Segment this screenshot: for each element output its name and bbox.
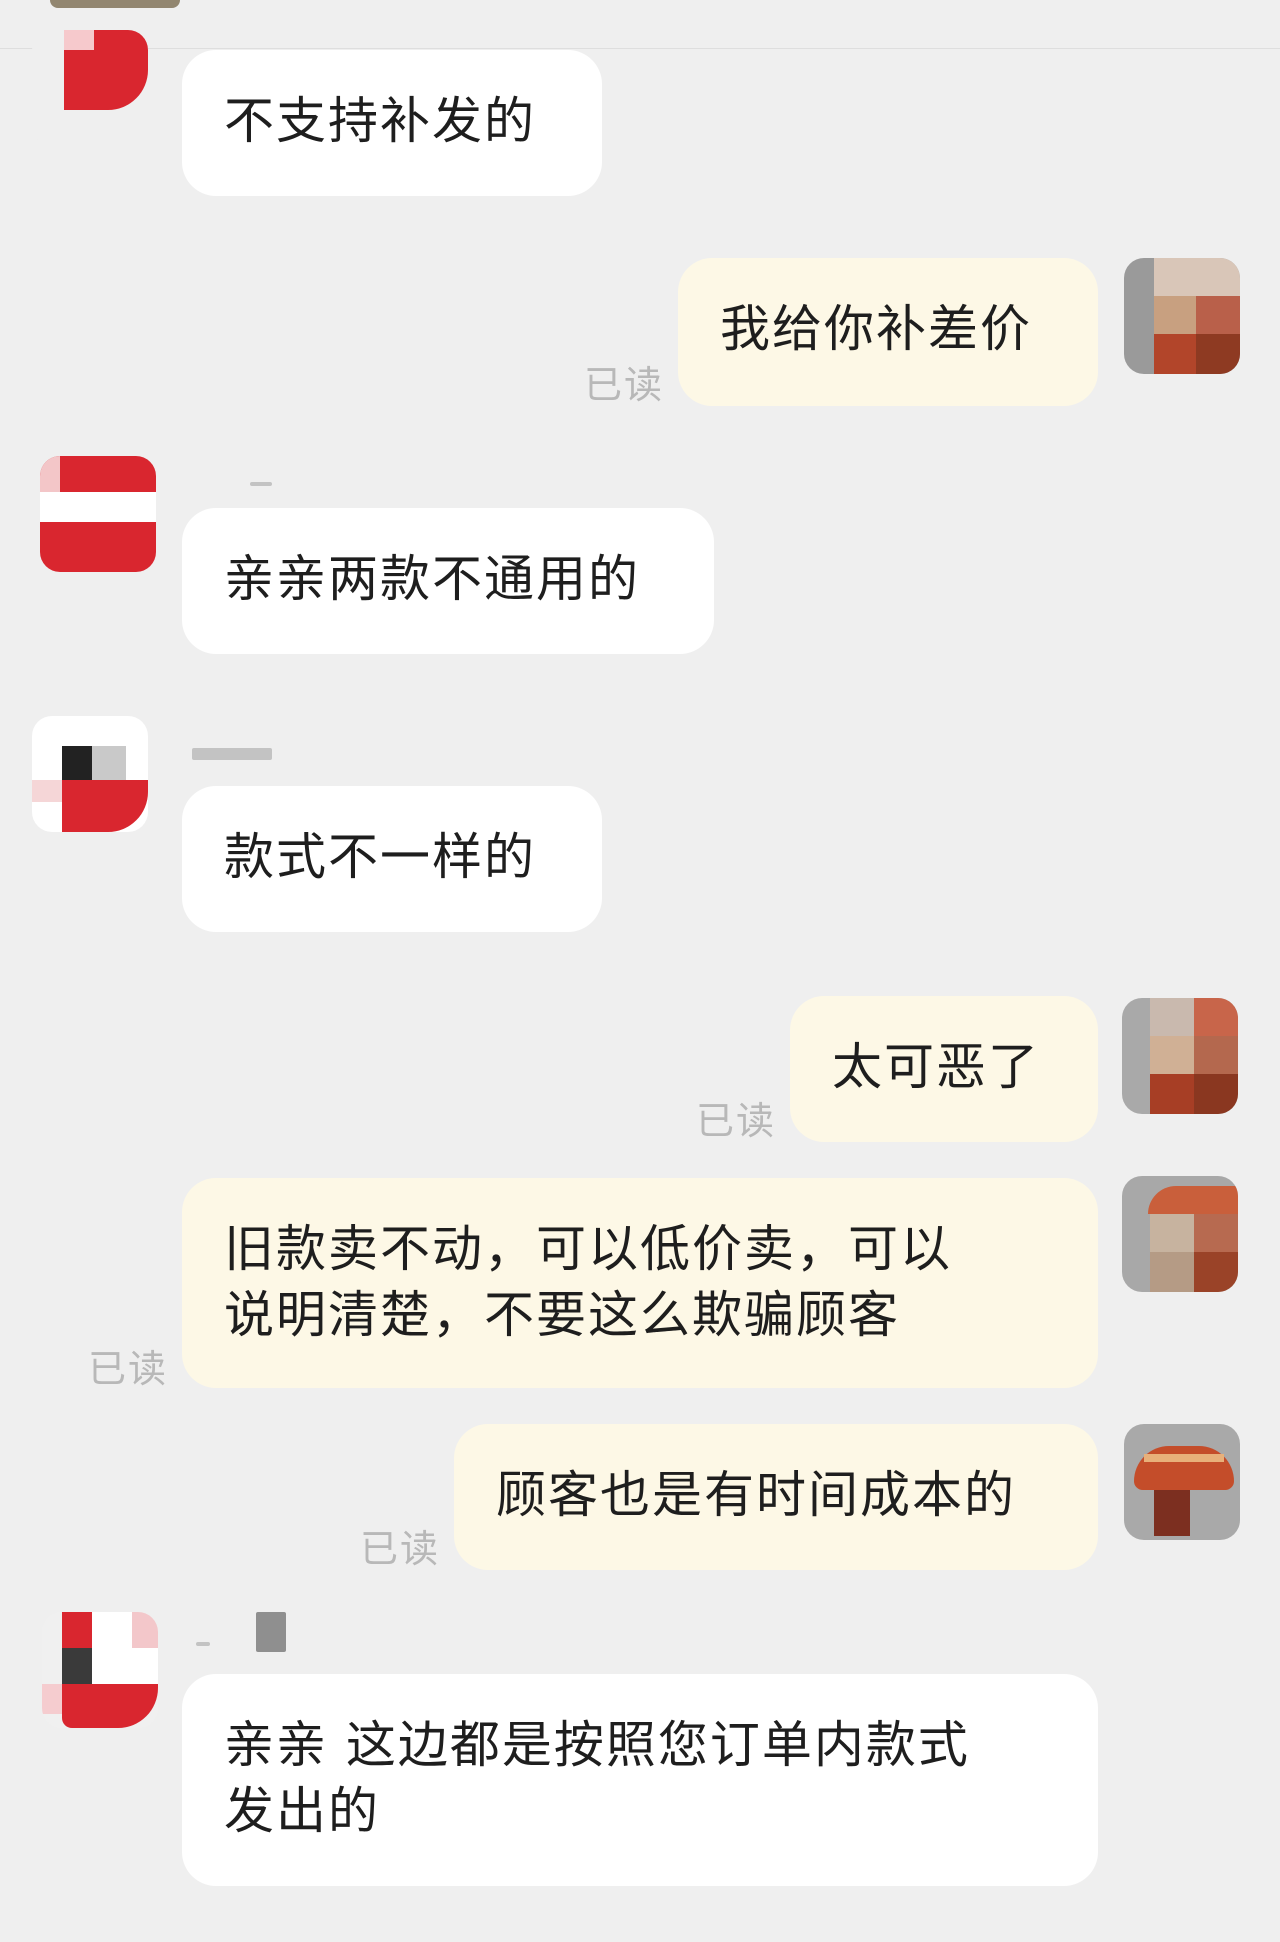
read-receipt: 已读 [696,1099,777,1143]
shop-avatar[interactable] [32,716,148,832]
shop-avatar[interactable] [32,30,148,146]
sender-name [192,748,272,760]
message-bubble[interactable]: 不支持补发的 [182,50,602,196]
user-avatar[interactable] [1124,258,1240,374]
read-receipt: 已读 [88,1347,169,1391]
sender-name [196,1642,210,1646]
header-divider [0,48,1280,49]
message-bubble[interactable]: 旧款卖不动，可以低价卖，可以 说明清楚，不要这么欺骗顾客 [182,1178,1098,1388]
avatar-cropped [50,0,180,8]
user-avatar[interactable] [1122,998,1238,1114]
shop-avatar[interactable] [42,1612,158,1728]
sender-name [256,1612,286,1652]
read-receipt: 已读 [360,1527,441,1571]
user-avatar[interactable] [1122,1176,1238,1292]
shop-avatar[interactable] [40,456,156,572]
message-bubble[interactable]: 顾客也是有时间成本的 [454,1424,1098,1570]
sender-name [250,482,272,486]
read-receipt: 已读 [584,363,665,407]
message-bubble[interactable]: 我给你补差价 [678,258,1098,406]
message-bubble[interactable]: 亲亲两款不通用的 [182,508,714,654]
message-bubble[interactable]: 款式不一样的 [182,786,602,932]
message-bubble[interactable]: 亲亲 这边都是按照您订单内款式 发出的 [182,1674,1098,1886]
message-bubble[interactable]: 太可恶了 [790,996,1098,1142]
user-avatar[interactable] [1124,1424,1240,1540]
